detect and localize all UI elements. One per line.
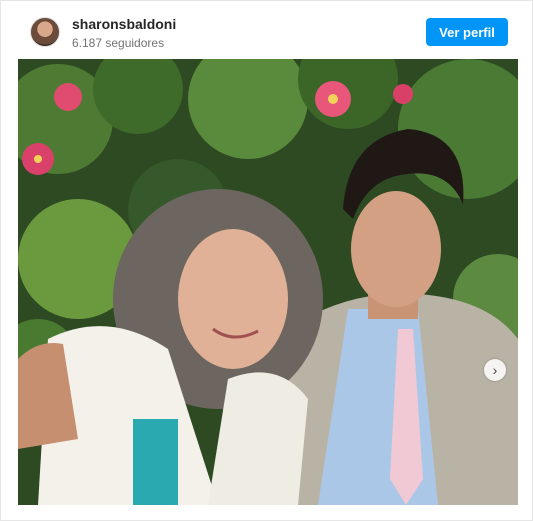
- follower-count: 6.187 seguidores: [72, 36, 165, 50]
- username[interactable]: sharonsbaldoni: [72, 16, 176, 32]
- view-profile-button[interactable]: Ver perfil: [426, 18, 508, 46]
- instagram-embed-card: sharonsbaldoni 6.187 seguidores Ver perf…: [0, 0, 533, 521]
- profile-avatar[interactable]: [30, 17, 60, 47]
- post-photo[interactable]: [18, 59, 518, 505]
- post-header: sharonsbaldoni 6.187 seguidores Ver perf…: [1, 1, 533, 59]
- next-icon[interactable]: ›: [484, 359, 506, 381]
- photo-illustration: [18, 59, 518, 505]
- chevron-right-icon: ›: [492, 362, 498, 378]
